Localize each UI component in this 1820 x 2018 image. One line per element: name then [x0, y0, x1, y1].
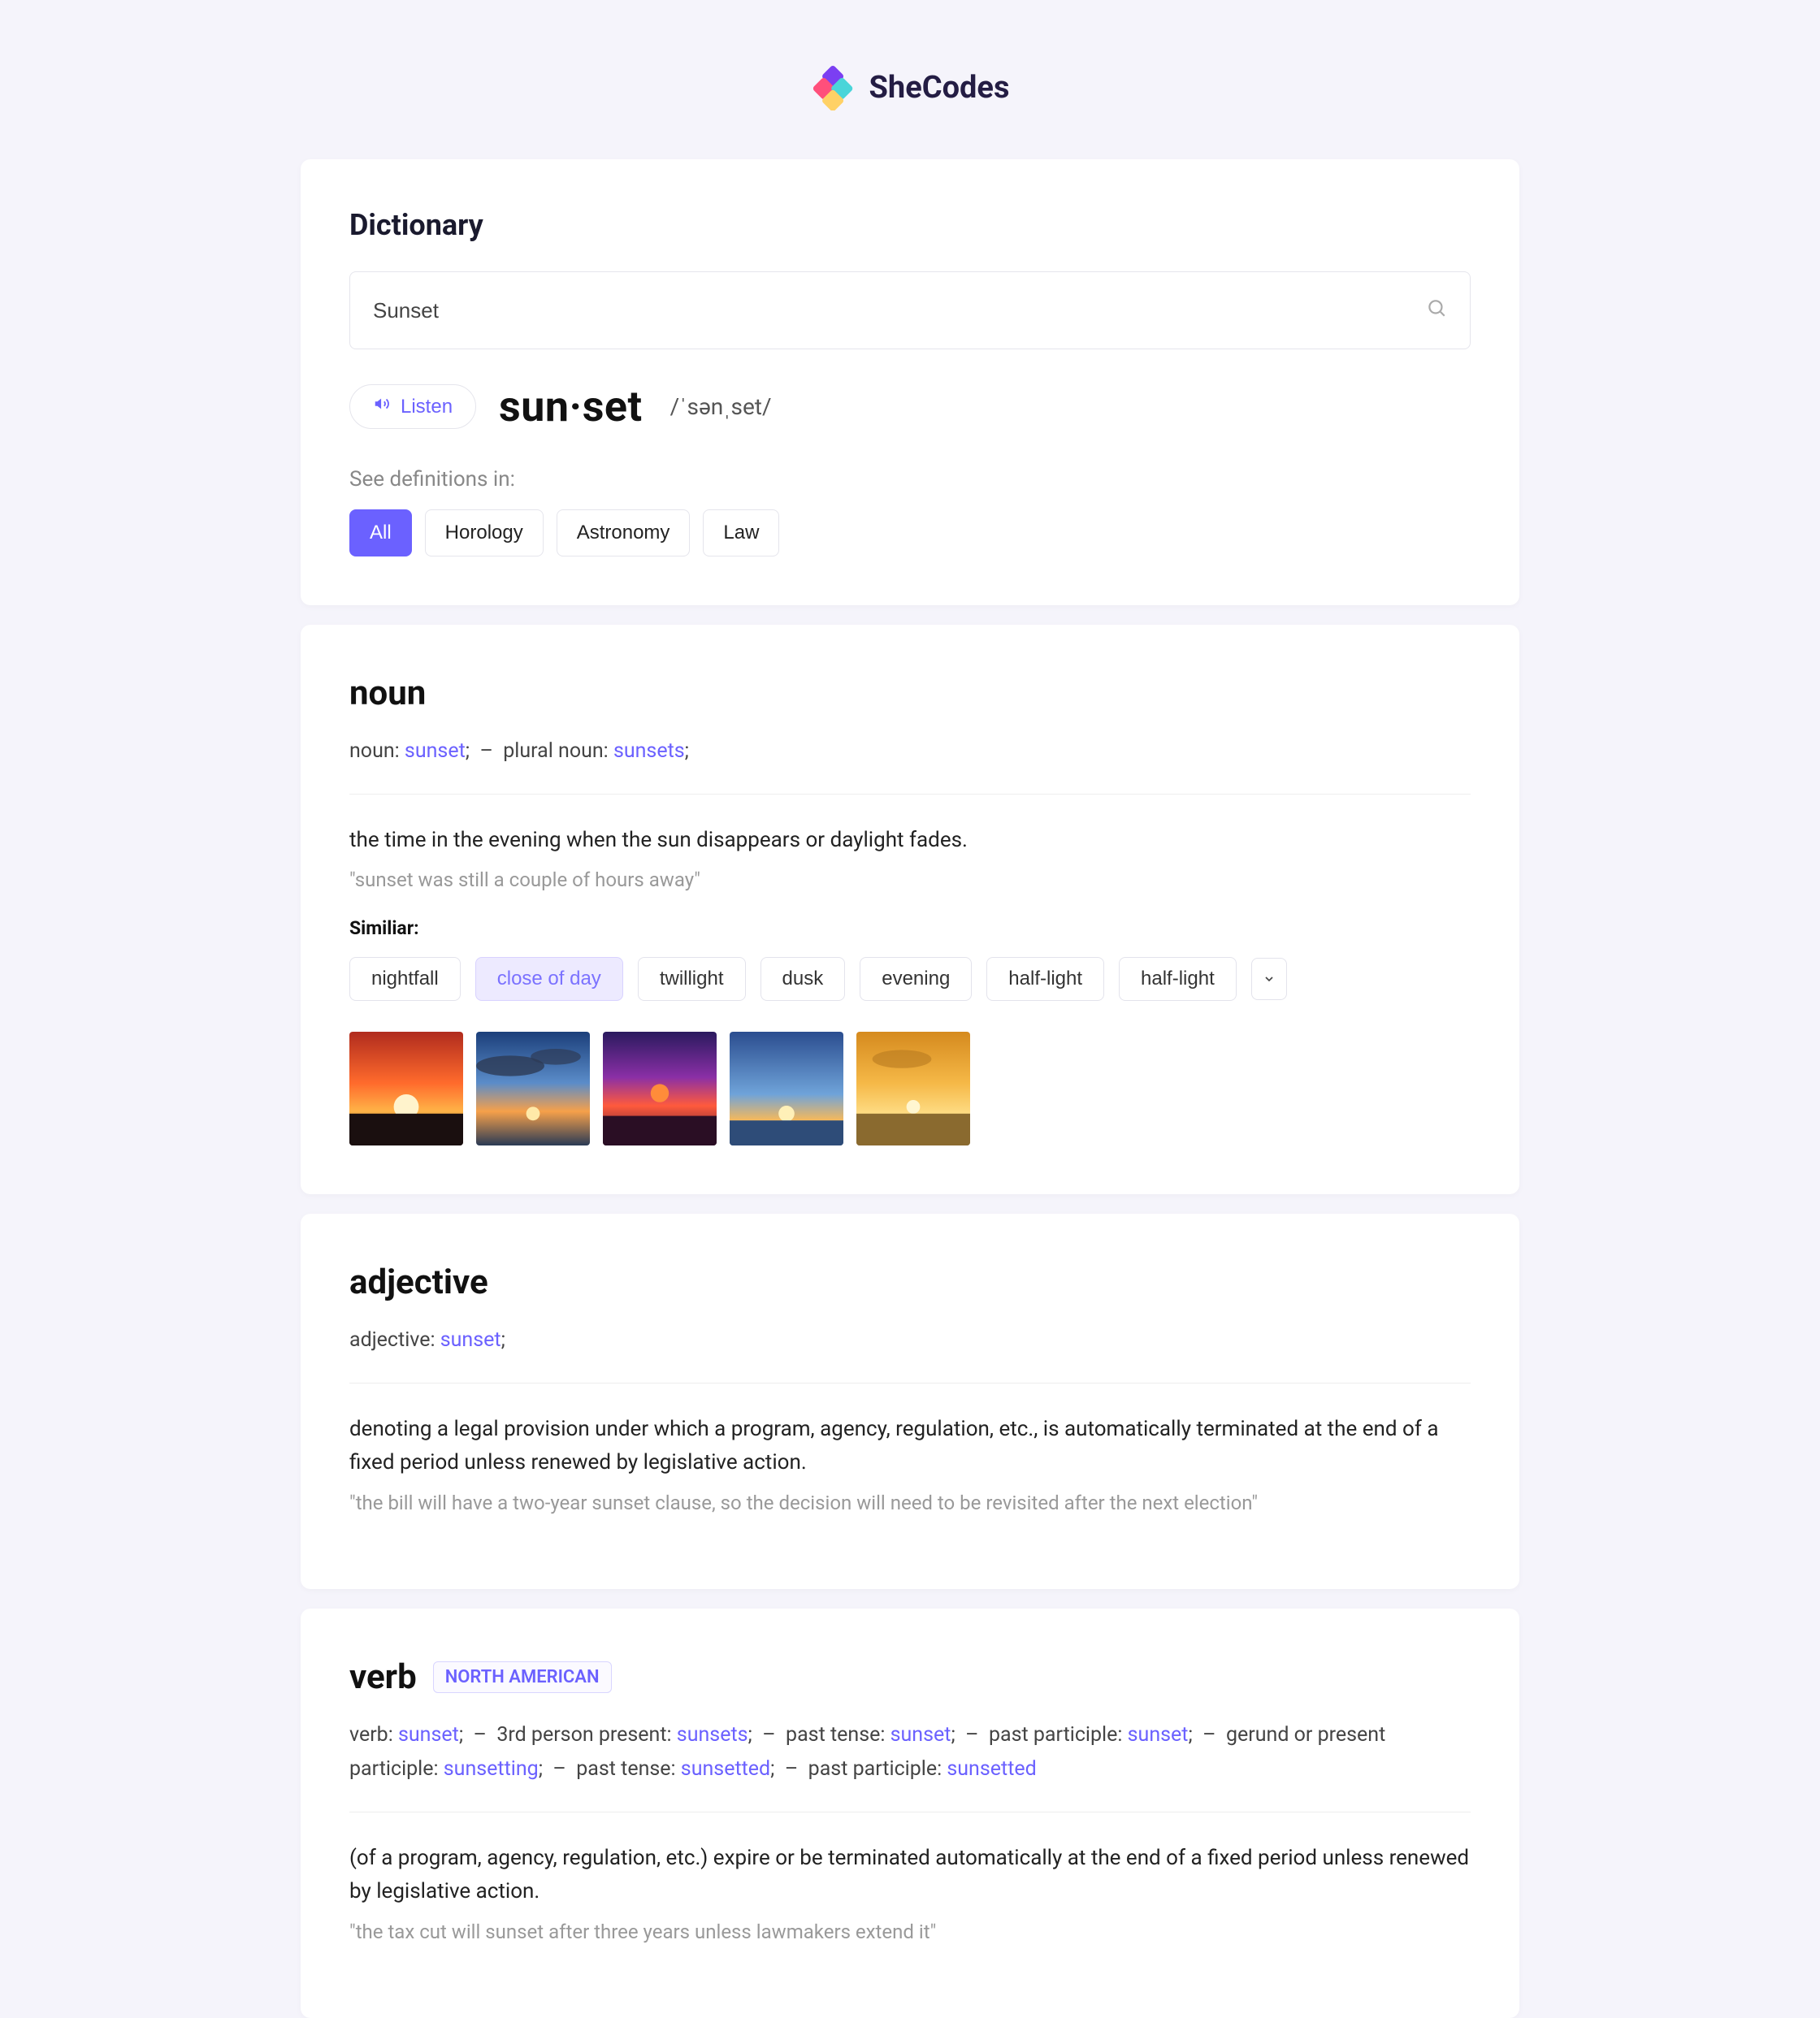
divider [349, 1383, 1471, 1384]
pos-heading-verb: verb NORTH AMERICAN [349, 1657, 1471, 1697]
brand-name: SheCodes [869, 70, 1010, 106]
adjective-definition: denoting a legal provision under which a… [349, 1413, 1471, 1480]
logo-icon [811, 65, 856, 110]
sunset-thumb[interactable] [856, 1032, 970, 1145]
noun-forms: noun: sunset; – plural noun: sunsets; [349, 734, 1471, 769]
pos-label-verb: verb [349, 1657, 417, 1697]
verb-card: verb NORTH AMERICAN verb: sunset; – 3rd … [301, 1609, 1519, 2018]
pos-heading-adjective: adjective [349, 1262, 1471, 1302]
headword-row: Listen sun·set /ˈsənˌset/ [349, 382, 1471, 431]
sound-icon [373, 395, 391, 418]
category-pill-all[interactable]: All [349, 509, 412, 556]
adjective-card: adjective adjective: sunset; denoting a … [301, 1214, 1519, 1589]
sunset-thumb[interactable] [603, 1032, 717, 1145]
category-pill-horology[interactable]: Horology [425, 509, 544, 556]
similar-pill[interactable]: close of day [475, 957, 623, 1001]
similar-pill[interactable]: evening [860, 957, 972, 1001]
search-input[interactable] [373, 298, 1426, 323]
noun-example: "sunset was still a couple of hours away… [349, 868, 1471, 891]
see-definitions-label: See definitions in: [349, 467, 1471, 492]
category-pill-law[interactable]: Law [703, 509, 779, 556]
brand-header: SheCodes [301, 65, 1519, 110]
similar-pill[interactable]: dusk [760, 957, 846, 1001]
sunset-thumb[interactable] [349, 1032, 463, 1145]
verb-forms: verb: sunset; – 3rd person present: suns… [349, 1718, 1471, 1787]
listen-label: Listen [401, 396, 453, 418]
verb-definition: (of a program, agency, regulation, etc.)… [349, 1842, 1471, 1909]
category-pill-astronomy[interactable]: Astronomy [557, 509, 691, 556]
listen-button[interactable]: Listen [349, 384, 476, 429]
dictionary-search-card: Dictionary Listen sun·set [301, 159, 1519, 605]
adjective-forms: adjective: sunset; [349, 1323, 1471, 1358]
dictionary-title: Dictionary [349, 208, 1471, 242]
pos-heading-noun: noun [349, 673, 1471, 713]
sunset-thumb[interactable] [476, 1032, 590, 1145]
similar-label: Similiar: [349, 917, 1471, 939]
chevron-down-icon [1263, 972, 1276, 985]
similar-row: nightfall close of day twillight dusk evenin… [349, 957, 1471, 1001]
similar-pill[interactable]: twillight [638, 957, 746, 1001]
headword: sun·set [499, 382, 643, 431]
region-badge: NORTH AMERICAN [433, 1661, 612, 1693]
similar-pill[interactable]: half-light [1119, 957, 1237, 1001]
sunset-thumb[interactable] [730, 1032, 843, 1145]
similar-pill[interactable]: half-light [986, 957, 1104, 1001]
noun-card: noun noun: sunset; – plural noun: sunset… [301, 625, 1519, 1194]
divider [349, 794, 1471, 795]
adjective-example: "the bill will have a two-year sunset cl… [349, 1492, 1471, 1514]
search-field-wrap[interactable] [349, 271, 1471, 349]
verb-example: "the tax cut will sunset after three yea… [349, 1921, 1471, 1943]
expand-similar-button[interactable] [1251, 958, 1287, 1000]
similar-pill[interactable]: nightfall [349, 957, 461, 1001]
search-icon[interactable] [1426, 297, 1447, 324]
noun-definition: the time in the evening when the sun dis… [349, 824, 1471, 858]
image-thumbnails [349, 1032, 1471, 1145]
category-pills: All Horology Astronomy Law [349, 509, 1471, 556]
phonetic: /ˈsənˌset/ [670, 393, 772, 420]
